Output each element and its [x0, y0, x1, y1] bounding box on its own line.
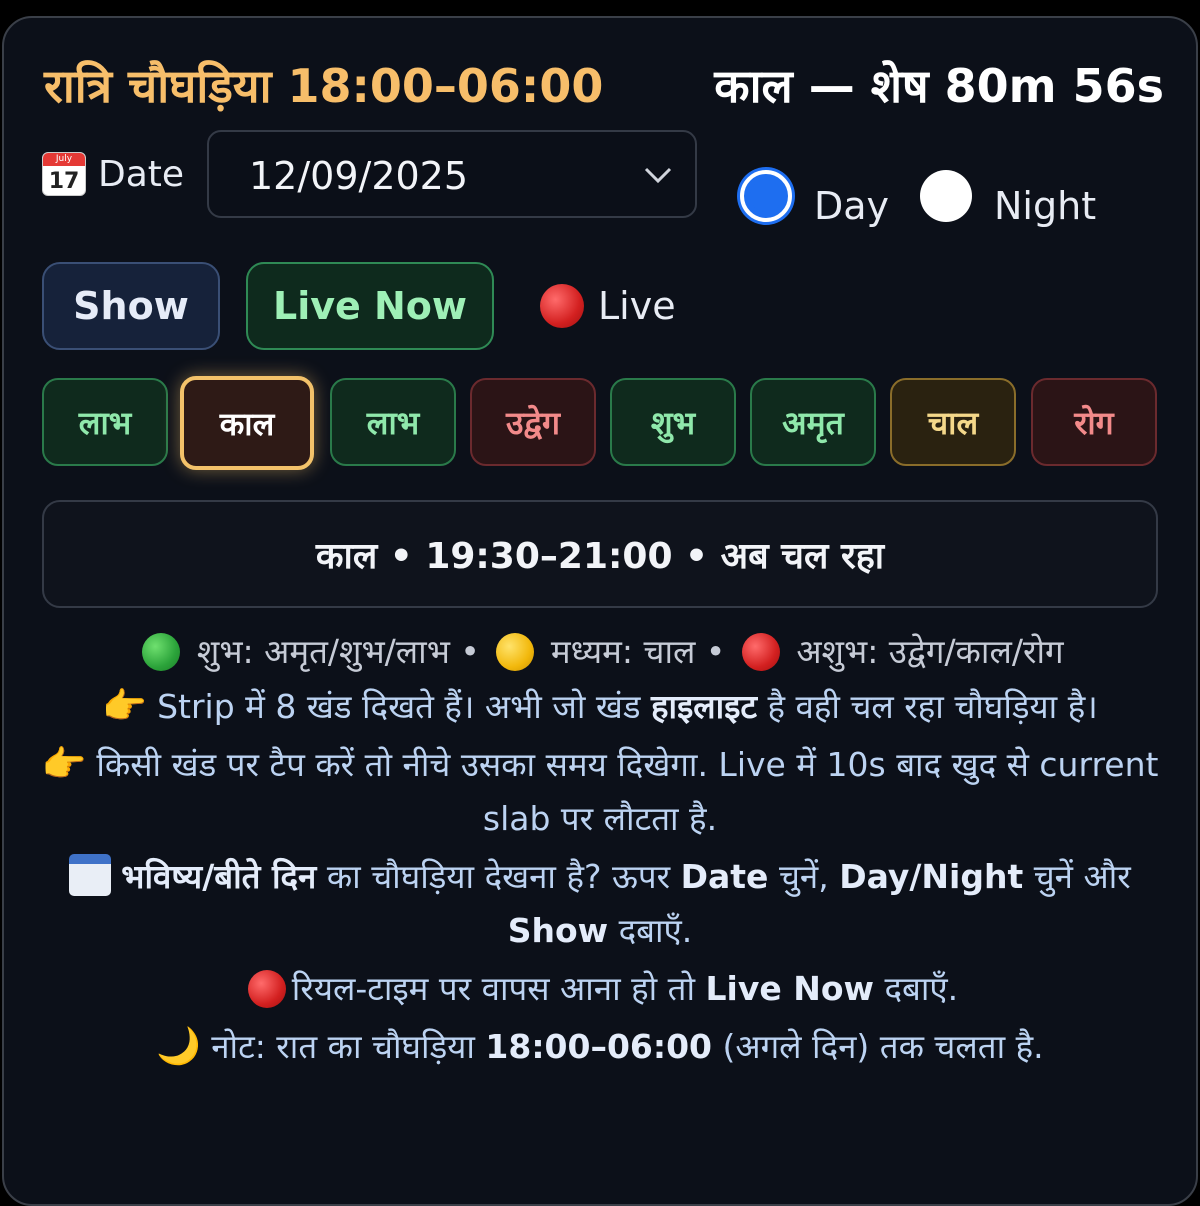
live-indicator-label: Live: [598, 284, 676, 328]
moon-icon: 🌙: [156, 1026, 202, 1067]
pointing-hand-icon: 👉: [41, 744, 87, 785]
radio-night-label: Night: [994, 184, 1097, 228]
page-title: रात्रि चौघड़िया 18:00–06:00: [44, 59, 604, 113]
current-slab-info: काल • 19:30–21:00 • अब चल रहा: [42, 500, 1158, 608]
chaughadiya-strip: लाभ काल लाभ उद्वेग शुभ अमृत चाल रोग: [42, 376, 1162, 470]
red-circle-icon: [247, 970, 286, 1008]
slab-5[interactable]: शुभ: [610, 378, 736, 466]
slab-3[interactable]: लाभ: [330, 378, 456, 466]
notes-section: शुभ: अमृत/शुभ/लाभ • मध्यम: चाल • अशुभ: उ…: [40, 628, 1160, 1074]
note-future: भविष्य/बीते दिन का चौघड़िया देखना है? ऊप…: [40, 850, 1160, 958]
date-select[interactable]: 12/09/2025: [207, 130, 697, 218]
green-circle-icon: [142, 633, 181, 671]
radio-day[interactable]: Day: [740, 164, 889, 228]
slab-7[interactable]: चाल: [890, 378, 1016, 466]
date-row: July 17 Date 12/09/2025 Day Night: [42, 130, 1162, 228]
radio-day-label: Day: [814, 184, 890, 228]
slab-6[interactable]: अमृत: [750, 378, 876, 466]
calendar-grid-icon: [69, 854, 112, 896]
radio-night-indicator[interactable]: [920, 170, 972, 222]
remaining-time: काल — शेष 80m 56s: [714, 59, 1164, 113]
pointing-hand-icon: 👉: [102, 686, 148, 727]
show-button[interactable]: Show: [42, 262, 220, 350]
action-row: Show Live Now Live: [42, 262, 1162, 352]
note-tap: 👉 किसी खंड पर टैप करें तो नीचे उसका समय द…: [40, 738, 1160, 846]
live-now-button[interactable]: Live Now: [246, 262, 494, 350]
legend-good: शुभ: अमृत/शुभ/लाभ: [196, 632, 450, 671]
legend-mid: मध्यम: चाल: [550, 632, 696, 671]
header: रात्रि चौघड़िया 18:00–06:00 काल — शेष 80…: [44, 54, 1164, 114]
note-strip: 👉 Strip में 8 खंड दिखते हैं। अभी जो खंड ह…: [40, 680, 1160, 734]
note-live: रियल-टाइम पर वापस आना हो तो Live Now दबा…: [40, 962, 1160, 1016]
red-circle-icon: [741, 633, 780, 671]
radio-night[interactable]: Night: [920, 164, 1096, 228]
slab-8[interactable]: रोग: [1031, 378, 1157, 466]
date-label-text: Date: [98, 153, 185, 195]
quality-legend: शुभ: अमृत/शुभ/लाभ • मध्यम: चाल • अशुभ: उ…: [40, 628, 1160, 676]
legend-bad: अशुभ: उद्वेग/काल/रोग: [796, 632, 1064, 671]
date-value: 12/09/2025: [249, 154, 469, 198]
yellow-circle-icon: [496, 633, 535, 671]
radio-day-indicator[interactable]: [740, 170, 792, 222]
red-circle-icon: [540, 284, 584, 328]
slab-1[interactable]: लाभ: [42, 378, 168, 466]
note-night: 🌙 नोट: रात का चौघड़िया 18:00–06:00 (अगले …: [40, 1020, 1160, 1074]
date-label: July 17 Date: [42, 152, 184, 196]
chevron-down-icon: [643, 162, 673, 192]
live-indicator: Live: [540, 284, 676, 328]
slab-4[interactable]: उद्वेग: [470, 378, 596, 466]
slab-2-active[interactable]: काल: [180, 376, 314, 470]
calendar-icon: July 17: [42, 152, 86, 196]
